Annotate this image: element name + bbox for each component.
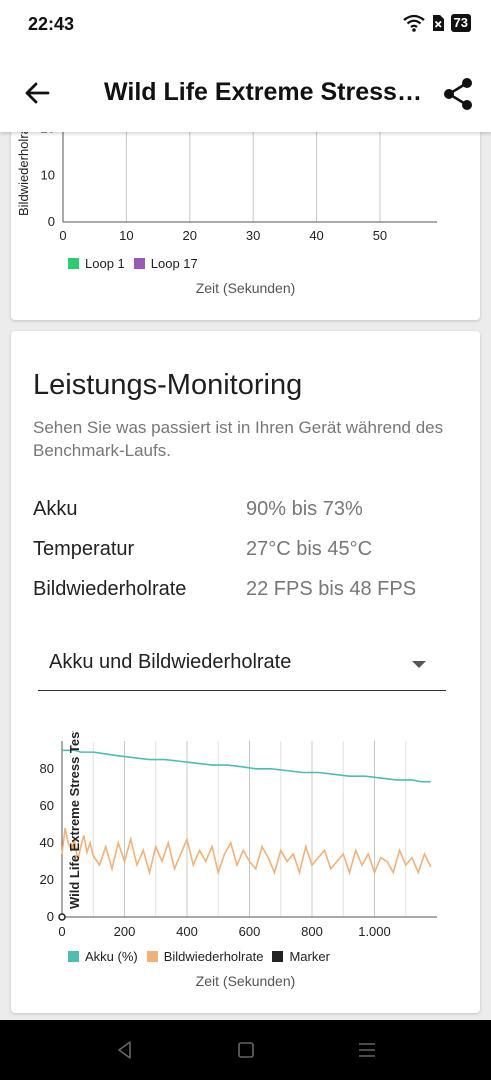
chart-type-dropdown[interactable]: Akku und Bildwiederholrate [38,637,446,691]
legend-swatch-loop-1 [68,258,79,269]
x-tick-label: 10 [119,228,133,243]
x-tick-label: 0 [59,228,66,243]
bottom-chart-xlabel: Zeit (Sekunden) [195,973,296,989]
y-tick-label: 0 [48,214,55,229]
stat-label: Akku [33,498,78,520]
series-line-bildwiederholrate [61,827,432,876]
legend-swatch-marker [272,951,284,962]
y-tick-label: 60 [40,798,54,813]
x-tick-label: 40 [309,228,323,243]
no-sim-icon [432,15,444,31]
y-tick-label: 80 [40,761,54,776]
x-tick-label: 20 [183,228,197,243]
x-tick-label: 30 [246,228,260,243]
status-time: 22:43 [28,14,75,34]
legend-item[interactable]: Marker [272,949,330,964]
legend-swatch-framerate [146,951,158,962]
top-chart-legend: Loop 1 Loop 17 [68,256,207,271]
stat-value: 27°C bis 45°C [246,538,373,560]
performance-monitoring-card: Leistungs-Monitoring Sehen Sie was passi… [11,331,480,1013]
legend-label: Bildwiederholrate [163,949,264,964]
legend-item[interactable]: Akku (%) [68,949,138,964]
share-icon[interactable] [440,76,476,112]
y-tick-label: 0 [47,909,54,924]
x-tick-label: 1.000 [358,924,391,939]
legend-label: Marker [289,949,330,964]
legend-swatch-loop-17 [133,258,145,269]
system-nav-bar [0,1020,491,1080]
stat-value: 22 FPS bis 48 FPS [246,578,417,600]
marker-point [58,913,66,921]
wifi-icon [402,14,425,32]
x-tick-label: 200 [114,924,136,939]
y-tick-label: 40 [40,835,54,850]
legend-swatch-battery [68,951,79,962]
x-tick-label: 400 [176,924,198,939]
loop-fps-card: 0102030405001020Bildwiederholrate Loop 1… [11,110,480,320]
marker-annotation: Wild Life Extreme Stress Test [67,731,82,909]
series-line-akku [62,749,431,783]
legend-item[interactable]: Loop 1 [68,256,125,271]
dropdown-selected: Akku und Bildwiederholrate [49,651,292,673]
legend-item[interactable]: Loop 17 [133,256,198,271]
legend-item[interactable]: Bildwiederholrate [146,949,264,964]
stat-label: Temperatur [33,538,135,560]
section-title: Leistungs-Monitoring [33,369,303,401]
nav-back-icon[interactable] [113,1038,137,1062]
y-tick-label: 10 [41,167,55,182]
app-bar: Wild Life Extreme Stress Test [0,52,491,132]
status-bar: 22:43 73 [0,0,491,52]
battery-framerate-chart: 0 200 400 600 800 1.000 0 20 40 60 80 Wild Life Ext… [40,731,437,939]
legend-label: Akku (%) [85,949,138,964]
back-arrow-icon[interactable] [20,76,54,110]
bottom-chart-legend: Akku (%) Bildwiederholrate Marker [68,949,339,964]
x-tick-label: 0 [58,924,65,939]
top-chart-xlabel: Zeit (Sekunden) [195,280,296,296]
stat-label: Bildwiederholrate [33,578,187,600]
nav-recents-icon[interactable] [355,1038,379,1062]
x-tick-label: 800 [301,924,323,939]
battery-indicator: 73 [450,14,471,32]
section-description: Sehen Sie was passiert ist in Ihren Gerä… [33,418,444,460]
dropdown-arrow-icon [412,661,426,668]
legend-label: Loop 1 [85,256,125,271]
x-tick-label: 50 [373,228,387,243]
status-icons: 73 [402,14,471,32]
x-tick-label: 600 [239,924,261,939]
stat-value: 90% bis 73% [246,498,363,520]
nav-home-icon[interactable] [234,1038,258,1062]
y-tick-label: 20 [40,872,54,887]
page-title: Wild Life Extreme Stress Test [104,78,426,106]
legend-label: Loop 17 [150,256,198,271]
